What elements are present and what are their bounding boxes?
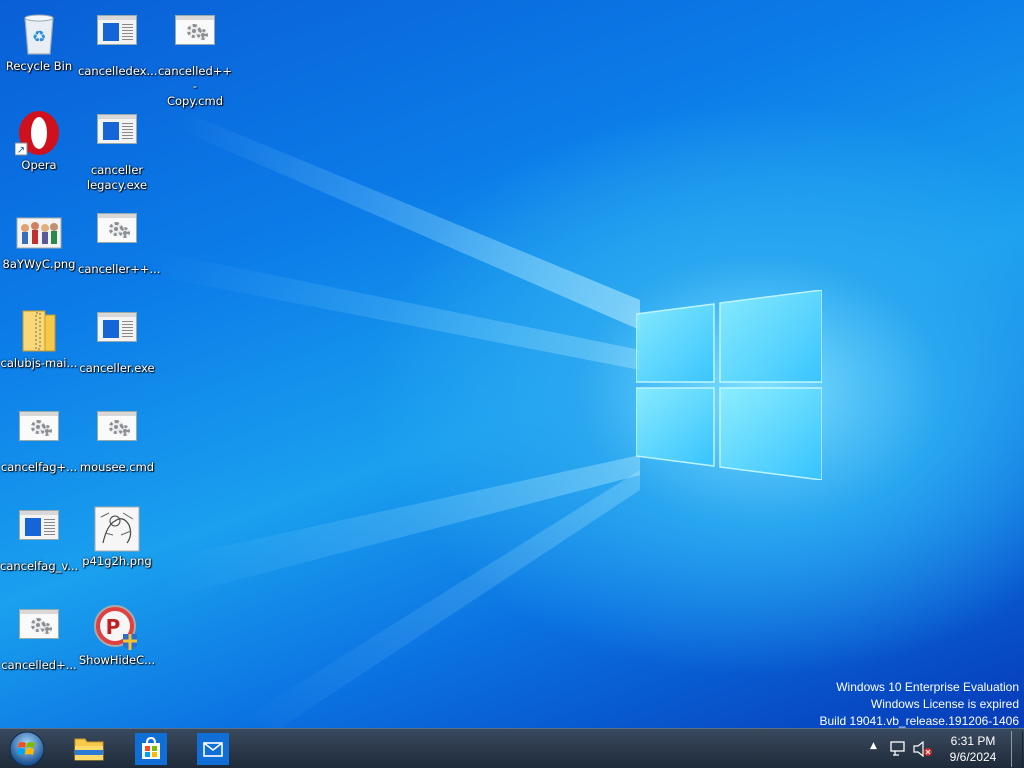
cmd-script-icon [15,411,63,459]
desktop-icon-cancelled-plus[interactable]: cancelled+... [0,600,78,673]
executable-icon [15,510,63,558]
desktop-icon-showhide[interactable]: P ShowHideC... [78,600,156,668]
edition-text: Windows 10 Enterprise Evaluation [836,680,1019,694]
cmd-script-icon [93,411,141,459]
icon-label: cancelfag_v... [0,559,79,573]
cmd-script-icon [171,15,219,63]
svg-text:♻: ♻ [32,27,46,46]
icon-label: cancelled+... [1,658,77,672]
desktop-icon-8aywyc-png[interactable]: 8aYWyC.png [0,204,78,272]
icon-label: canceller.exe [79,361,155,375]
executable-icon [93,15,141,63]
desktop-icon-mousee-cmd[interactable]: mousee.cmd [78,402,156,475]
icon-label: p41g2h.png [82,554,152,568]
desktop-icon-recycle-bin[interactable]: ♻ Recycle Bin [0,6,78,74]
windows-logo [636,290,822,480]
showhide-app-icon: P [93,604,141,652]
desktop-icon-cancelfag-plus[interactable]: cancelfag+... [0,402,78,475]
desktop-icon-canceller-legacy[interactable]: canceller legacy.exe [78,105,156,193]
recycle-bin-icon: ♻ [15,10,63,58]
network-icon[interactable] [890,741,908,757]
show-desktop-button[interactable] [1011,731,1023,767]
desktop-icon-p41g2h-png[interactable]: p41g2h.png [78,501,156,569]
executable-icon [93,312,141,360]
icon-label: calubjs-mai... [0,356,78,370]
desktop-background[interactable]: ♻ Recycle Bin cancelledex... cancelled++… [0,0,1024,728]
icon-label: canceller++... [78,262,161,276]
cmd-script-icon [93,213,141,261]
desktop-icon-cancelledex[interactable]: cancelledex... [78,6,158,79]
icon-label: Recycle Bin [5,59,73,73]
license-text: Windows License is expired [870,697,1019,711]
folder-icon [74,738,104,761]
taskbar-mail[interactable] [188,731,238,767]
svg-text:↗: ↗ [17,145,25,156]
icon-label: ShowHideC... [78,653,156,667]
icon-label: canceller legacy.exe [86,163,148,192]
icon-label: Opera [21,158,57,172]
system-clock[interactable]: 6:31 PM 9/6/2024 [930,733,1016,765]
show-hidden-icons-chevron[interactable]: ▲ [870,741,877,751]
cmd-script-icon [15,609,63,657]
desktop-icon-cancelled-copy-cmd[interactable]: cancelled++ - Copy.cmd [156,6,234,109]
icon-label: mousee.cmd [79,460,155,474]
taskbar-microsoft-store[interactable] [126,731,176,767]
desktop-icon-canceller-exe[interactable]: canceller.exe [78,303,156,376]
desktop-icon-calubjs-zip[interactable]: calubjs-mai... [0,303,78,371]
icon-label: cancelledex... [78,64,158,78]
activation-watermark: Windows 10 Enterprise Evaluation Windows… [820,679,1020,728]
mail-icon [197,733,229,765]
svg-text:P: P [106,615,121,639]
taskbar: ▲ 6:31 PM 9/6/2024 [0,728,1024,768]
image-thumbnail-icon [93,505,141,553]
build-text: Build 19041.vb_release.191206-1406 [819,714,1020,728]
clock-time: 6:31 PM [950,734,996,748]
icon-label: 8aYWyC.png [2,257,76,271]
windows-start-icon [9,731,45,767]
start-button[interactable] [2,731,52,767]
icon-label: cancelfag+... [0,460,78,474]
taskbar-file-explorer[interactable] [64,731,114,767]
opera-icon: ↗ [14,109,63,157]
executable-icon [93,114,141,162]
icon-label: cancelled++ - Copy.cmd [157,64,233,108]
zip-folder-icon [15,307,63,355]
desktop-icon-canceller-plus[interactable]: canceller++... [78,204,161,277]
image-thumbnail-icon [15,208,63,256]
desktop-icon-cancelfag-v[interactable]: cancelfag_v... [0,501,78,574]
store-icon [135,733,167,765]
clock-date: 9/6/2024 [949,750,997,764]
desktop-icon-opera[interactable]: ↗ Opera [0,105,78,173]
